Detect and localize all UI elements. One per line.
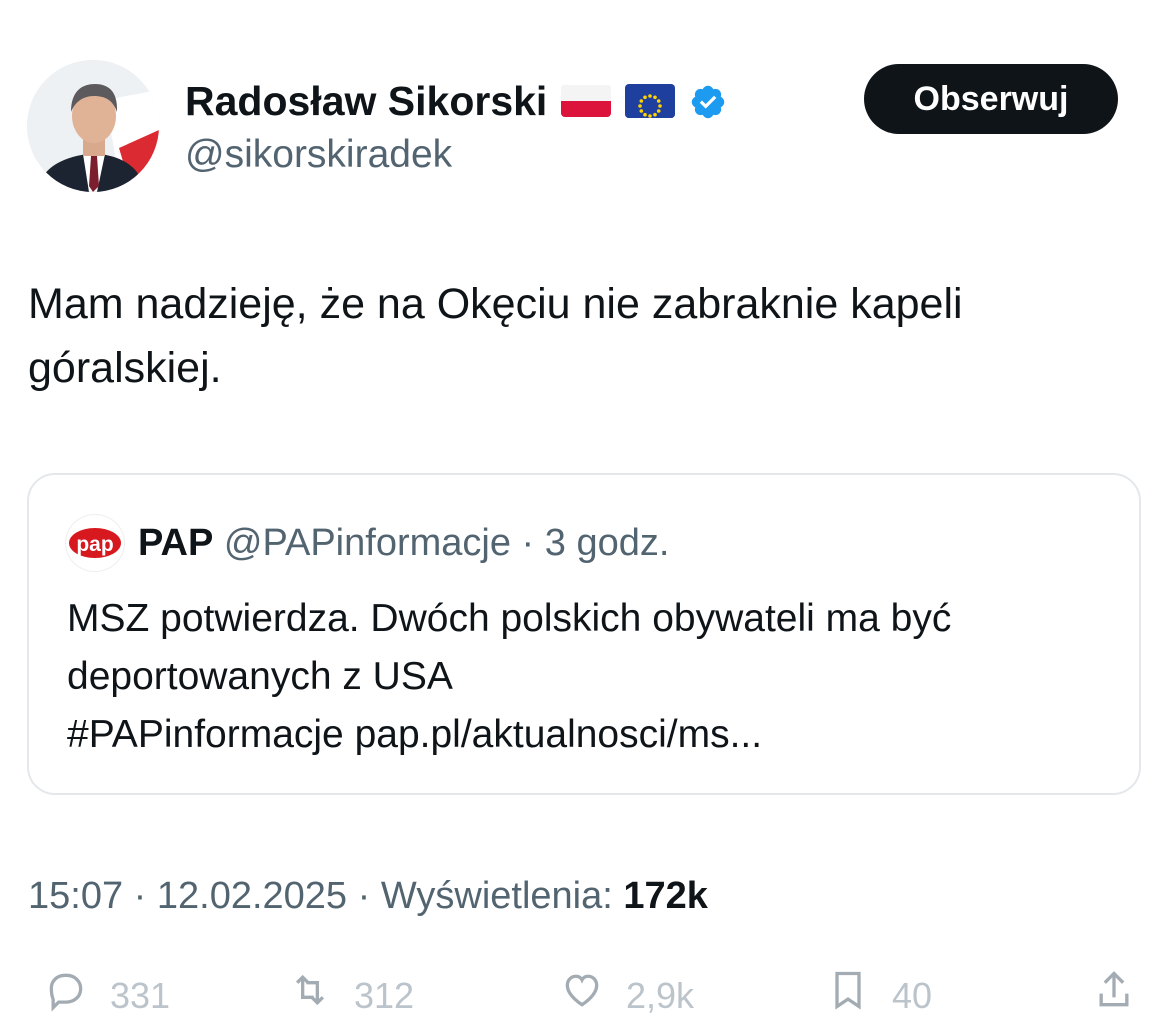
- tweet-time[interactable]: 15:07: [28, 875, 123, 917]
- avatar-photo: [27, 60, 159, 192]
- views-count: 172k: [623, 875, 708, 917]
- retweet-button[interactable]: 312: [288, 968, 414, 1018]
- bookmark-icon: [835, 971, 861, 1010]
- retweet-icon: [295, 974, 325, 1006]
- retweet-count: 312: [354, 975, 415, 1016]
- tweet-date[interactable]: 12.02.2025: [157, 875, 347, 917]
- quoted-text-line: MSZ potwierdza. Dwóch polskich obywateli…: [67, 597, 952, 640]
- follow-button[interactable]: Obserwuj: [864, 64, 1118, 134]
- quoted-tweet-header: PAP @PAPinformacje · 3 godz.: [138, 515, 669, 571]
- views-label: Wyświetlenia:: [380, 875, 613, 917]
- author-name-row: Radosław Sikorski: [185, 76, 727, 126]
- tweet-meta: 15:07 · 12.02.2025 · Wyświetlenia: 172k: [28, 868, 708, 924]
- pap-logo-icon[interactable]: pap: [66, 515, 124, 571]
- author-handle[interactable]: @sikorskiradek: [185, 130, 452, 180]
- quoted-tweet-text: MSZ potwierdza. Dwóch polskich obywateli…: [67, 590, 1117, 764]
- reply-icon: [49, 973, 83, 1012]
- separator-dot: ·: [510, 522, 545, 564]
- eu-flag-icon: [625, 84, 676, 118]
- pap-logo-text: pap: [76, 533, 113, 556]
- separator-dot: ·: [123, 875, 157, 917]
- poland-flag-icon: [561, 85, 612, 117]
- quoted-author-name[interactable]: PAP: [138, 522, 213, 564]
- author-avatar[interactable]: [27, 60, 159, 192]
- reply-count: 331: [110, 975, 171, 1016]
- action-bar: 331 312 2,9k 40: [0, 968, 1170, 1016]
- like-button[interactable]: 2,9k: [560, 968, 694, 1018]
- author-name[interactable]: Radosław Sikorski: [185, 76, 547, 126]
- quoted-tweet-time: 3 godz.: [544, 522, 670, 564]
- bookmark-button[interactable]: 40: [826, 968, 932, 1018]
- share-button[interactable]: [1092, 968, 1136, 1012]
- tweet-text-line: Mam nadzieję, że na Okęciu nie zabraknie…: [28, 280, 963, 328]
- like-count: 2,9k: [626, 975, 695, 1016]
- tweet-text-line: góralskiej.: [28, 344, 222, 392]
- share-icon: [1099, 971, 1129, 1007]
- reply-button[interactable]: 331: [44, 968, 170, 1018]
- quoted-text-line: deportowanych z USA: [67, 655, 453, 698]
- verified-badge-icon: [689, 82, 727, 120]
- bookmark-count: 40: [892, 975, 933, 1016]
- tweet-text: Mam nadzieję, że na Okęciu nie zabraknie…: [28, 272, 1138, 400]
- like-icon: [565, 974, 599, 1007]
- quoted-author-handle[interactable]: @PAPinformacje: [224, 522, 511, 564]
- quoted-text-line: #PAPinformacje pap.pl/aktualnosci/ms...: [67, 713, 763, 756]
- separator-dot: ·: [347, 875, 381, 917]
